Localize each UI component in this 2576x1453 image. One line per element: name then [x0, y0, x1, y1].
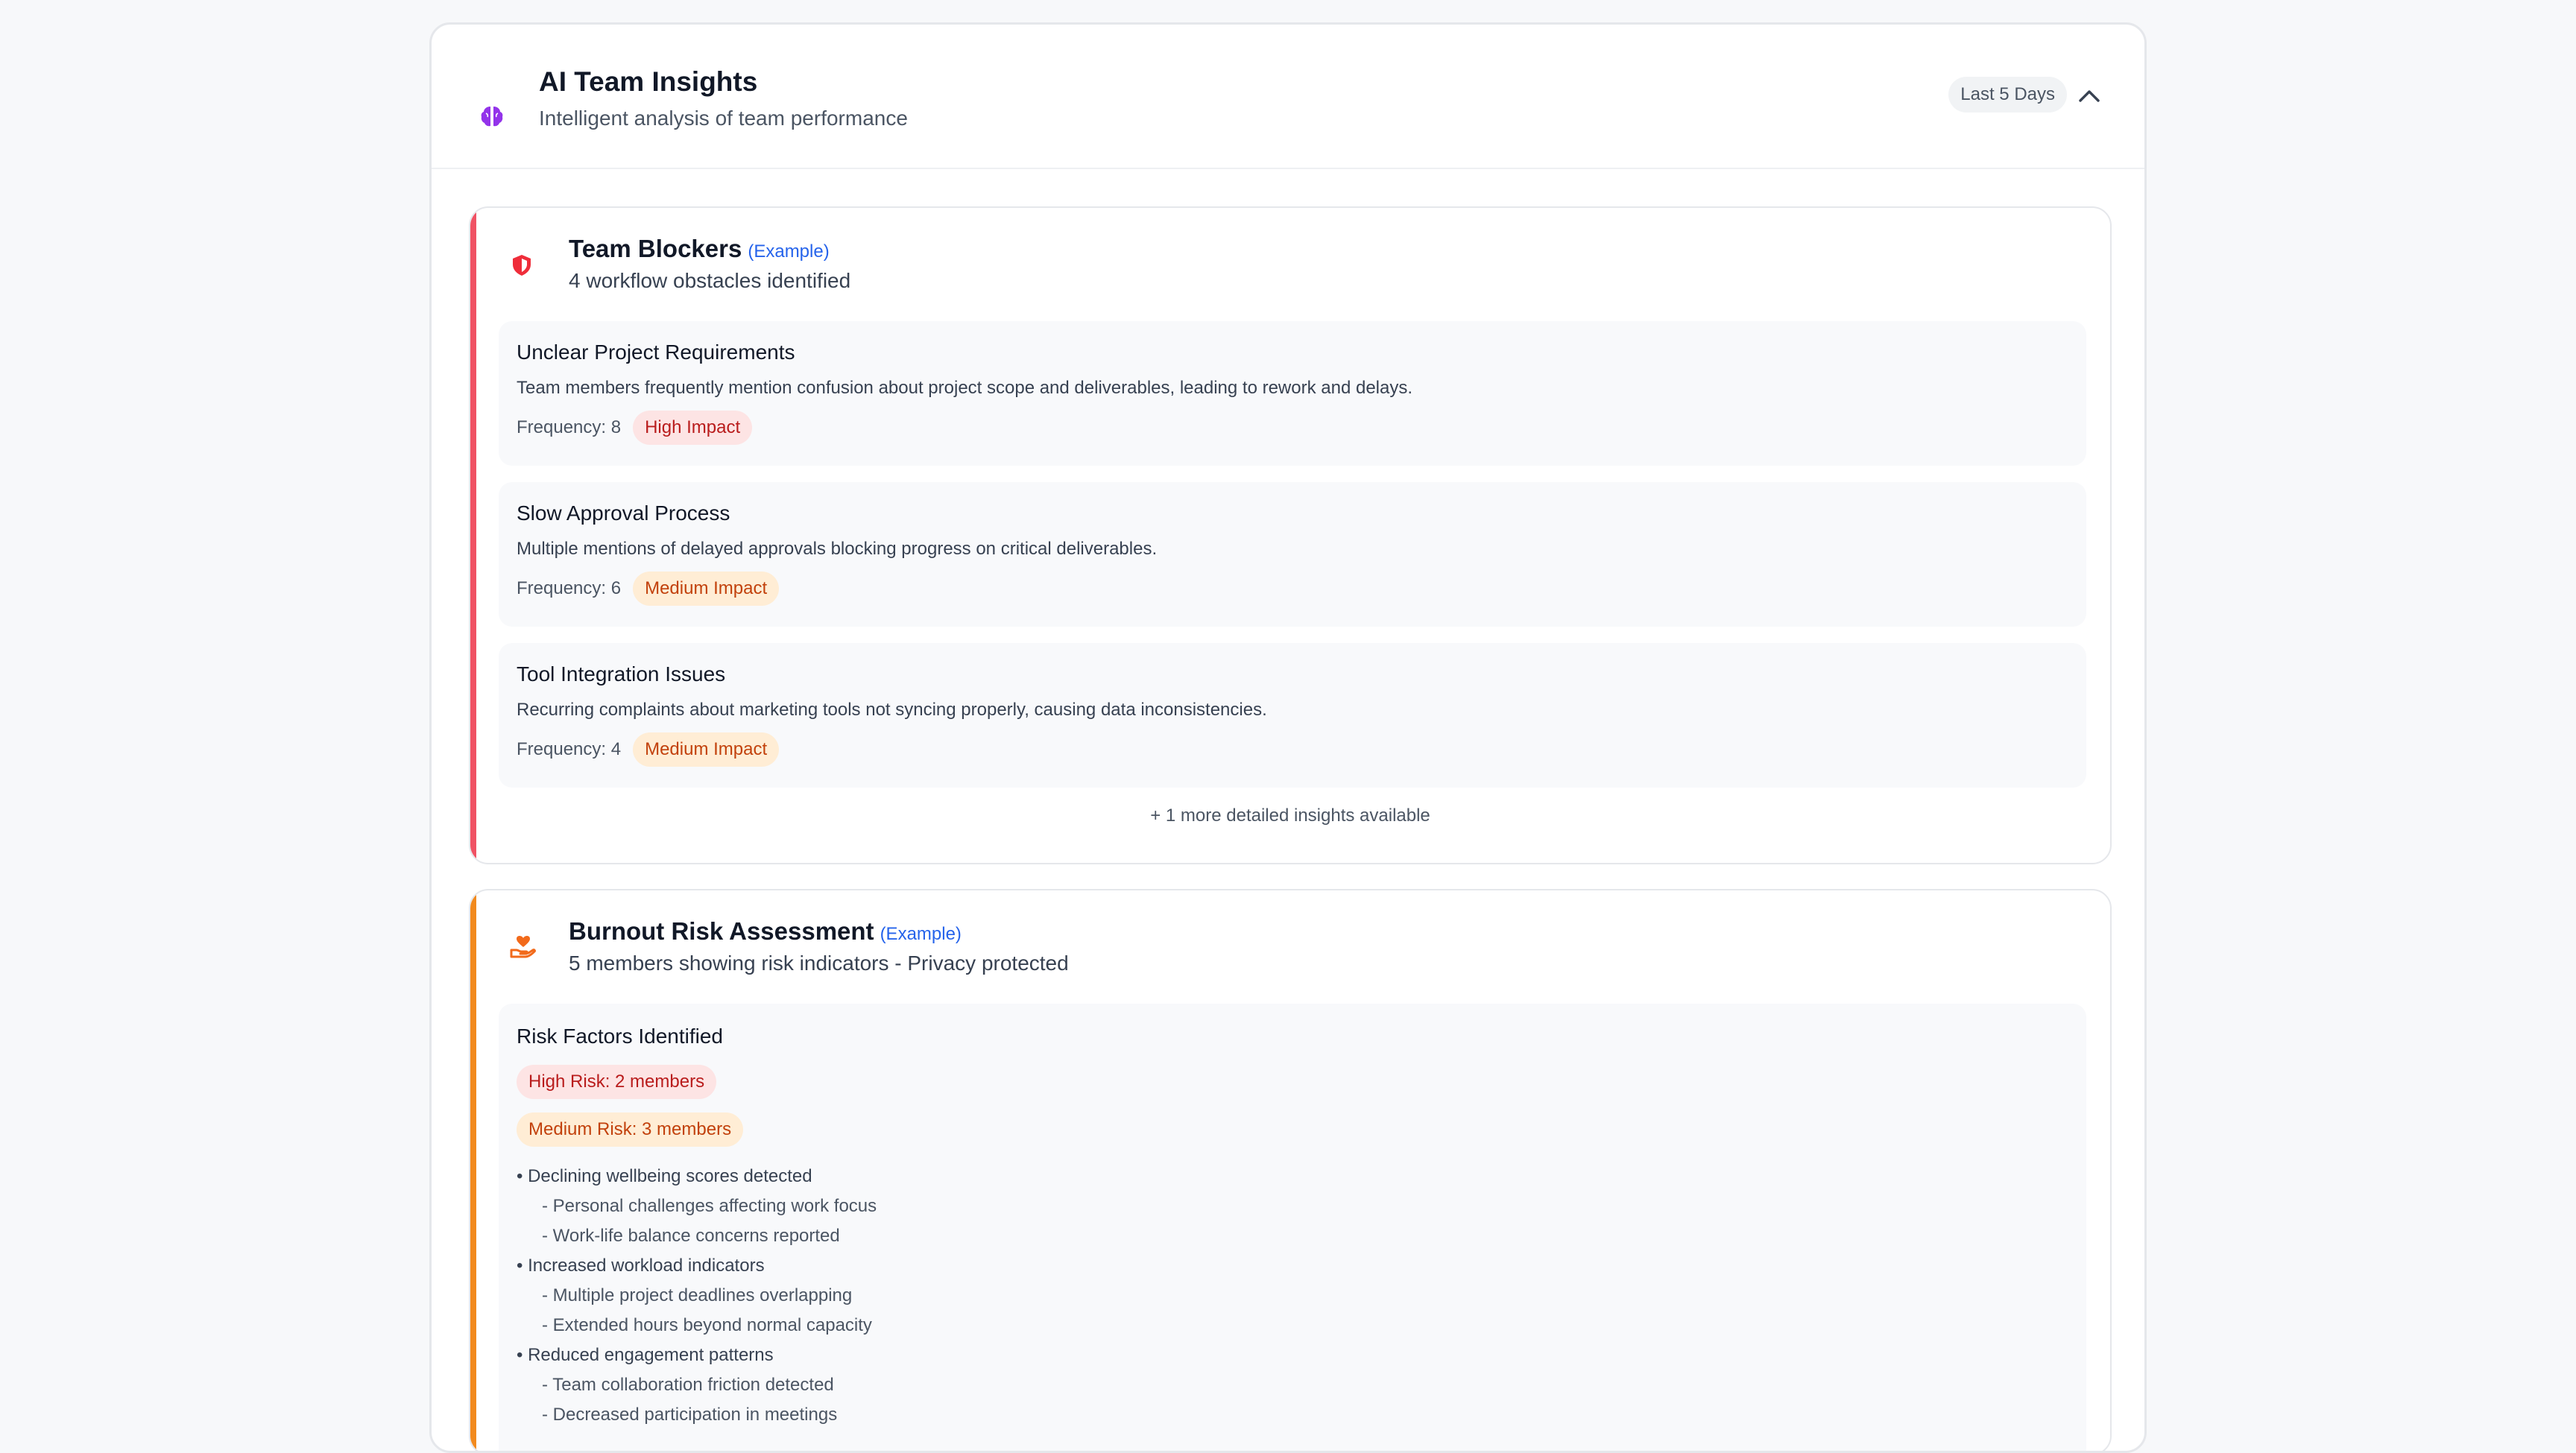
- panel-title: AI Team Insights: [539, 66, 758, 97]
- ai-team-insights-panel: AI Team Insights Intelligent analysis of…: [429, 22, 2147, 1453]
- frequency-label: Frequency: 6: [517, 578, 622, 598]
- blocker-description: Recurring complaints about marketing too…: [517, 700, 1267, 720]
- risk-factor-detail: - Work-life balance concerns reported: [542, 1226, 840, 1246]
- brain-icon: [481, 107, 503, 127]
- blocker-item[interactable]: Tool Integration Issues Recurring compla…: [499, 643, 2086, 788]
- period-selector[interactable]: Last 5 Days: [1948, 77, 2067, 113]
- example-link[interactable]: (Example): [748, 241, 829, 262]
- risk-factor: • Declining wellbeing scores detected: [517, 1166, 812, 1186]
- blocker-description: Team members frequently mention confusio…: [517, 378, 1413, 398]
- blocker-meta: Frequency: 8 High Impact: [517, 411, 753, 445]
- blocker-item[interactable]: Unclear Project Requirements Team member…: [499, 321, 2086, 466]
- impact-badge: High Impact: [633, 411, 753, 445]
- card-title: Burnout Risk Assessment (Example): [569, 917, 962, 946]
- card-title: Team Blockers (Example): [569, 235, 830, 263]
- more-insights-link[interactable]: + 1 more detailed insights available: [470, 805, 2110, 826]
- card-subtitle: 4 workflow obstacles identified: [569, 269, 851, 292]
- shield-icon: [513, 255, 531, 276]
- blocker-description: Multiple mentions of delayed approvals b…: [517, 539, 1158, 559]
- frequency-label: Frequency: 4: [517, 739, 622, 759]
- risk-factors-title: Risk Factors Identified: [517, 1025, 723, 1048]
- impact-badge: Medium Impact: [633, 732, 780, 767]
- panel-header: AI Team Insights Intelligent analysis of…: [432, 25, 2144, 169]
- card-accent-bar: [470, 208, 476, 863]
- risk-factor-detail: - Extended hours beyond normal capacity: [542, 1315, 872, 1335]
- risk-factors-section: Risk Factors Identified High Risk: 2 mem…: [499, 1004, 2086, 1451]
- risk-factor: • Increased workload indicators: [517, 1256, 765, 1276]
- medium-risk-badge: Medium Risk: 3 members: [517, 1112, 744, 1147]
- risk-factor-detail: - Decreased participation in meetings: [542, 1405, 838, 1425]
- high-risk-badge: High Risk: 2 members: [517, 1065, 717, 1099]
- blocker-meta: Frequency: 4 Medium Impact: [517, 732, 780, 767]
- frequency-label: Frequency: 8: [517, 417, 622, 437]
- risk-factor-detail: - Team collaboration friction detected: [542, 1375, 834, 1395]
- blocker-title: Slow Approval Process: [517, 501, 730, 525]
- hand-heart-icon: [510, 936, 536, 958]
- blocker-meta: Frequency: 6 Medium Impact: [517, 572, 780, 606]
- blocker-title: Unclear Project Requirements: [517, 341, 795, 364]
- card-accent-bar: [470, 890, 476, 1451]
- impact-badge: Medium Impact: [633, 572, 780, 606]
- risk-factor-detail: - Personal challenges affecting work foc…: [542, 1196, 877, 1216]
- blocker-item[interactable]: Slow Approval Process Multiple mentions …: [499, 482, 2086, 627]
- risk-factor-list: • Declining wellbeing scores detected - …: [517, 1162, 877, 1430]
- team-blockers-card: Team Blockers (Example) 4 workflow obstac…: [469, 206, 2112, 864]
- example-link[interactable]: (Example): [880, 924, 962, 944]
- burnout-risk-card: Burnout Risk Assessment (Example) 5 membe…: [469, 889, 2112, 1451]
- blocker-title: Tool Integration Issues: [517, 662, 726, 686]
- card-subtitle: 5 members showing risk indicators - Priv…: [569, 952, 1069, 975]
- risk-factor-detail: - Multiple project deadlines overlapping: [542, 1285, 853, 1305]
- risk-factor: • Reduced engagement patterns: [517, 1345, 774, 1365]
- panel-subtitle: Intelligent analysis of team performance: [539, 107, 908, 130]
- burnout-title: Burnout Risk Assessment: [569, 917, 874, 945]
- team-blockers-title: Team Blockers: [569, 235, 742, 262]
- chevron-up-icon[interactable]: [2076, 86, 2103, 107]
